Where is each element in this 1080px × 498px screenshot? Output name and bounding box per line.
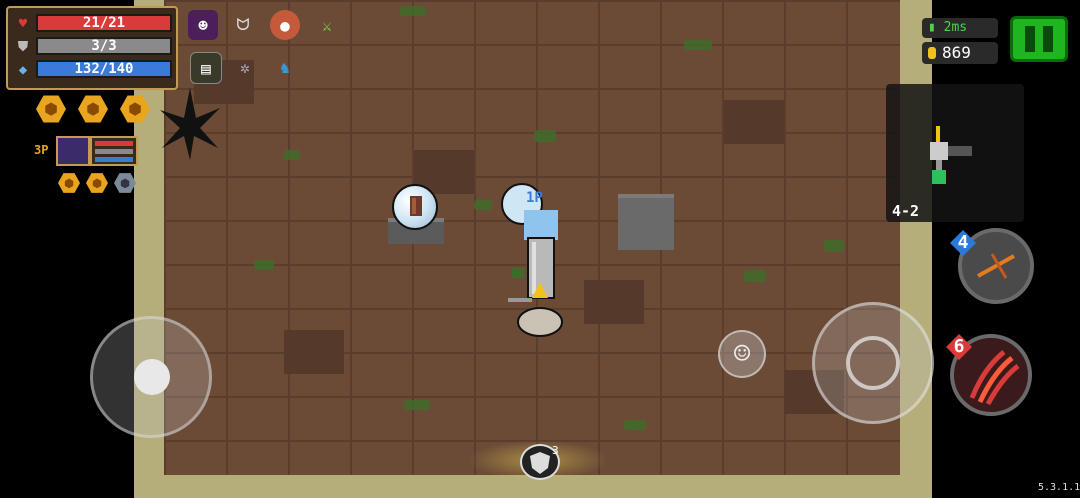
emote-button[interactable]: ☺ bbox=[718, 330, 766, 378]
portrait-buff-icon: ● bbox=[270, 10, 300, 40]
svg-text:1P: 1P bbox=[526, 190, 543, 206]
crosshair-icon bbox=[846, 336, 900, 390]
player3-bars bbox=[90, 136, 138, 166]
player3-talent-icon-2: ⬢ bbox=[86, 173, 108, 193]
item-pedestal-left[interactable] bbox=[388, 184, 444, 244]
thorn-bush bbox=[160, 88, 220, 160]
coin-counter: 869 bbox=[922, 42, 998, 64]
player3-label: 3P bbox=[34, 143, 49, 157]
shield-icon: ⛊ bbox=[17, 39, 29, 55]
version-label: 5.3.1.15 bbox=[1038, 482, 1080, 493]
armor-bar: 3/3 bbox=[36, 37, 172, 55]
stats-panel: ♥ 21/21 ⛊ 3/3 ◆ 132/140 bbox=[6, 6, 178, 90]
pause-icon bbox=[1025, 26, 1035, 52]
demon-buff-icon: ☻ bbox=[188, 10, 218, 40]
energy-bar: 132/140 bbox=[36, 60, 172, 78]
game-stage: 1P ♥ 21/21 ⛊ 3/3 ◆ 132/140 ☻ ᗢ ● ⚔ ▤ ✲ ♞… bbox=[0, 0, 1080, 498]
network-ping: ▮ 2ms bbox=[922, 18, 998, 38]
player3-panel: 3P bbox=[34, 136, 138, 166]
weapon-card-icon: ▤ bbox=[190, 52, 222, 84]
level-indicator: 4-2 bbox=[892, 202, 920, 220]
health-row: ♥ 21/21 bbox=[14, 14, 172, 34]
coin-value: 869 bbox=[942, 43, 971, 62]
armor-row: ⛊ 3/3 bbox=[14, 37, 172, 57]
item-bubble bbox=[392, 184, 438, 230]
joystick-knob[interactable] bbox=[134, 359, 170, 395]
sword-buff-icon: ⚔ bbox=[322, 15, 332, 35]
player3-talent-icon-1: ⬢ bbox=[58, 173, 80, 193]
knight-icon: ♞ bbox=[280, 57, 290, 77]
energy-row: ◆ 132/140 bbox=[14, 60, 172, 80]
heart-icon: ♥ bbox=[18, 16, 28, 32]
coin-icon bbox=[928, 47, 936, 59]
diamond-icon: ◆ bbox=[18, 62, 28, 78]
signal-icon: ▮ bbox=[928, 20, 944, 35]
talent-hex-icon-1: ⬢ bbox=[36, 95, 66, 123]
talent-hex-icon-2: ⬢ bbox=[78, 95, 108, 123]
ping-value: 2ms bbox=[943, 20, 968, 35]
health-bar: 21/21 bbox=[36, 14, 172, 32]
bat-buff-icon: ᗢ bbox=[236, 15, 250, 34]
stone-pedestal-right bbox=[618, 190, 674, 250]
player3-avatar bbox=[56, 136, 90, 166]
player-character: 1P bbox=[501, 183, 563, 337]
smiley-icon: ☺ bbox=[733, 337, 751, 370]
pause-button[interactable] bbox=[1010, 16, 1068, 62]
pickup-count: 3 bbox=[552, 444, 559, 457]
player3-talent-icon-3: ⬢ bbox=[114, 173, 136, 193]
spider-icon: ✲ bbox=[240, 57, 250, 77]
